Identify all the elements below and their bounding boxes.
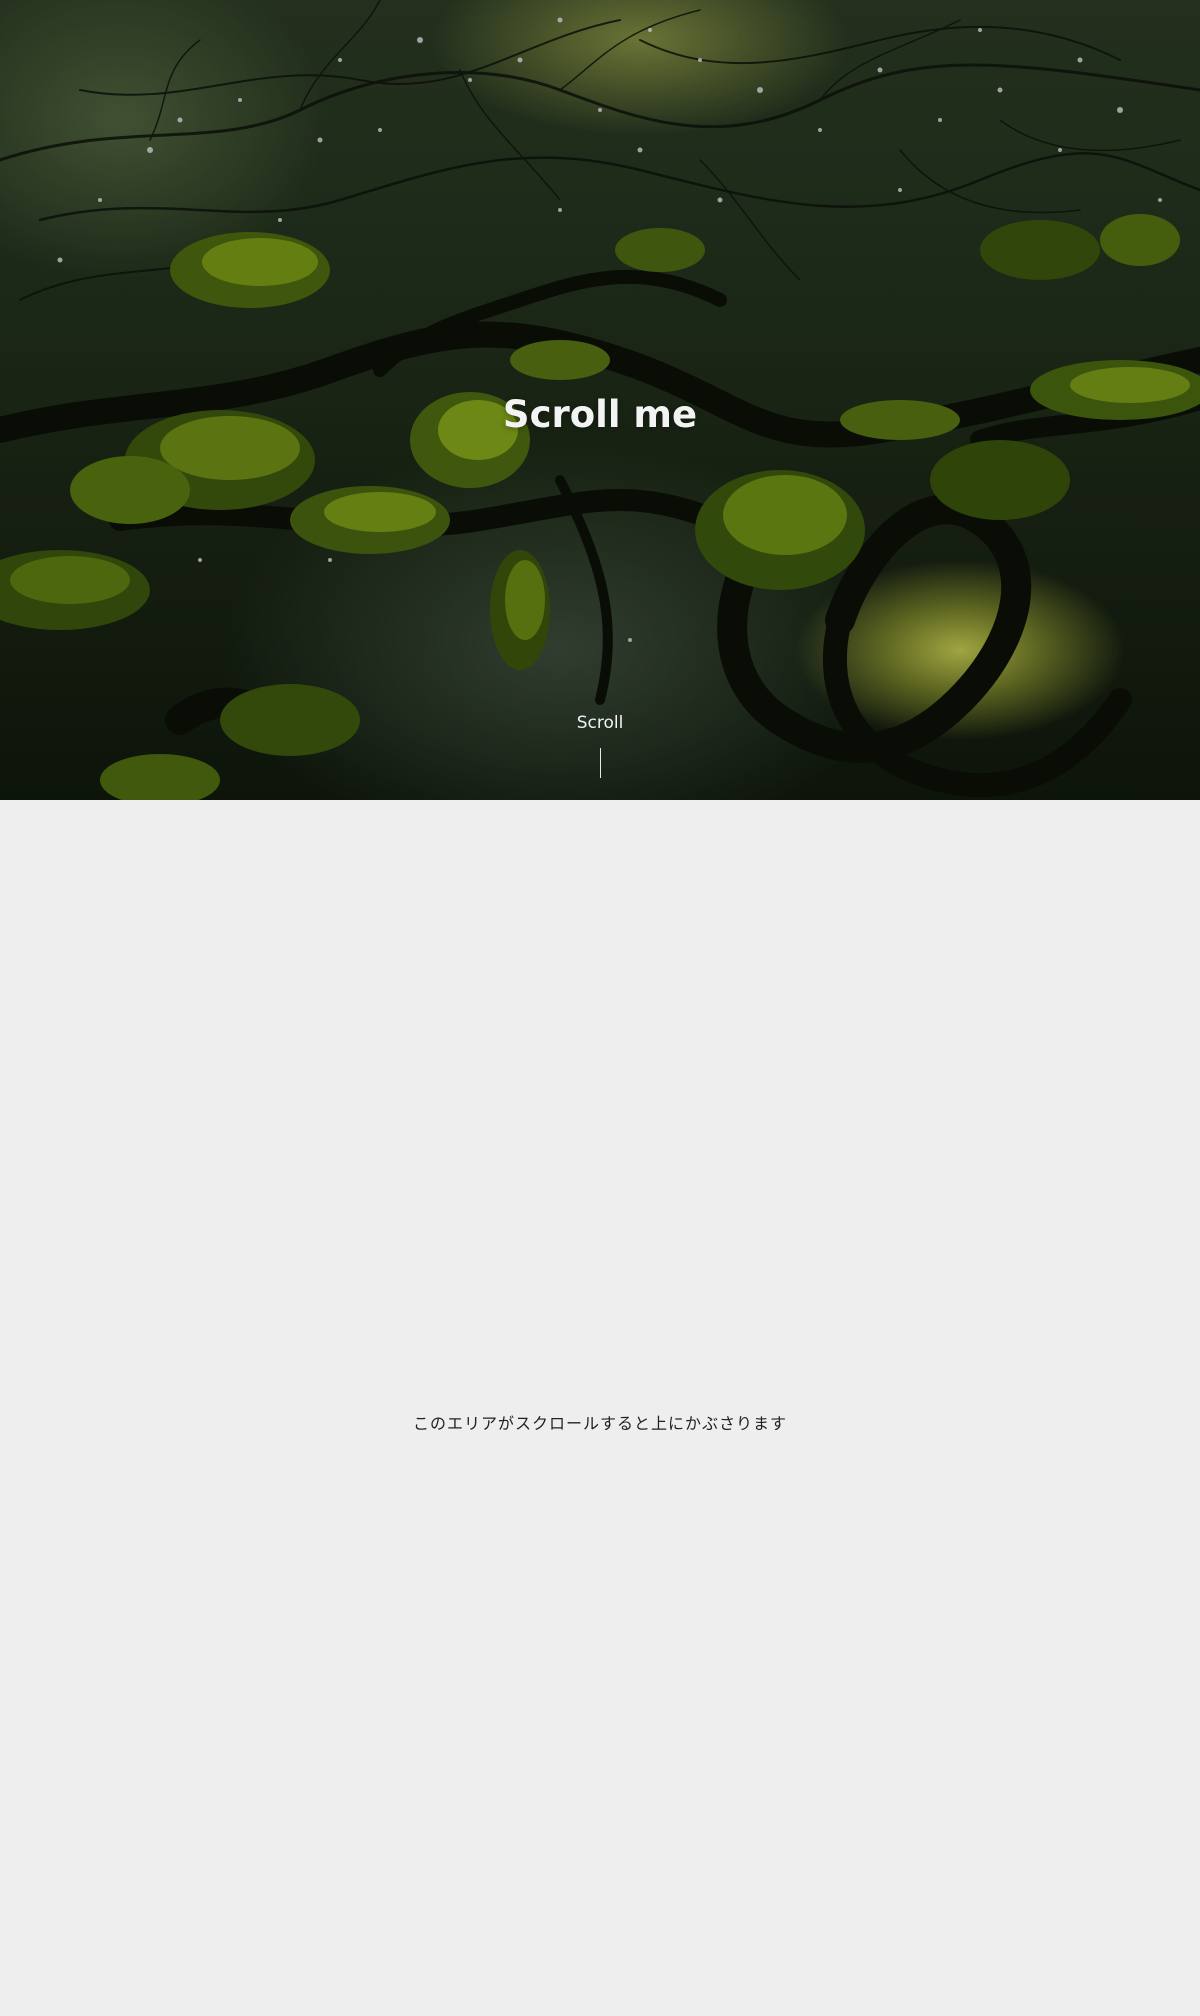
scroll-indicator[interactable]: Scroll [0,708,1200,778]
scroll-label: Scroll [576,713,624,733]
scroll-line-icon [599,748,601,778]
content-text: このエリアがスクロールすると上にかぶさります [412,1414,787,1433]
hero-section: Scroll me Scroll [0,0,1200,800]
hero-title: Scroll me [502,392,698,436]
content-section: このエリアがスクロールすると上にかぶさります [0,800,1200,2016]
